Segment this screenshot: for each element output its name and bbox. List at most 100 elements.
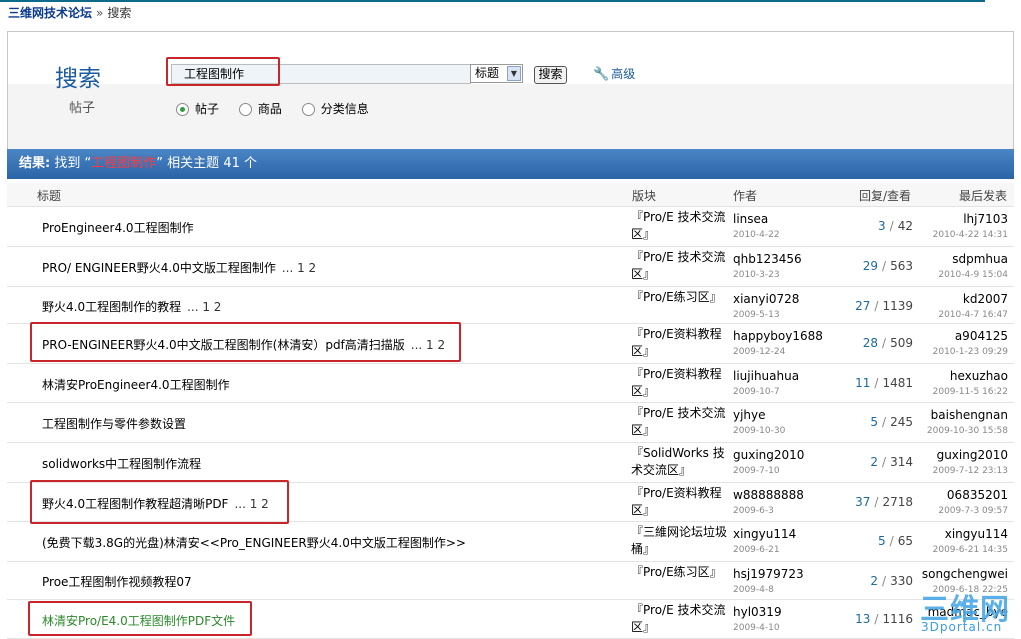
breadcrumb-home-link[interactable]: 三维网技术论坛 (8, 6, 92, 20)
watermark-url: 3Dportal.cn (921, 620, 1003, 634)
forum-link[interactable]: 『Pro/E 技术交流区』 (631, 405, 735, 439)
last-post-date: 2010-4-22 14:31 (932, 230, 1008, 240)
forum-link[interactable]: 『Pro/E 技术交流区』 (631, 249, 735, 283)
last-post-date: 2009-6-21 14:35 (932, 545, 1008, 555)
reply-view-counts: 11/1481 (827, 376, 913, 390)
post-date: 2009-5-13 (733, 310, 780, 320)
stats-separator: / (882, 455, 887, 469)
author-link[interactable]: guxing2010 (733, 448, 804, 462)
radio-option-classified[interactable]: 分类信息 (301, 100, 369, 117)
post-date: 2010-3-23 (733, 270, 780, 280)
author-link[interactable]: qhb123456 (733, 252, 802, 266)
column-header-title: 标题 (37, 189, 62, 203)
reply-count: 29 (862, 259, 879, 273)
forum-link[interactable]: 『Pro/E练习区』 (631, 564, 735, 581)
topic-title-link[interactable]: 野火4.0工程图制作的教程 ... 1 2 (42, 298, 221, 315)
topic-title-text: 工程图制作与零件参数设置 (42, 417, 187, 431)
highlight-box (28, 601, 252, 636)
author-link[interactable]: linsea (733, 212, 768, 226)
topic-title-link[interactable]: Proe工程图制作视频教程07 (42, 573, 192, 590)
last-poster-link[interactable]: 06835201 (947, 488, 1008, 502)
reply-view-counts: 2/330 (827, 574, 913, 588)
view-count: 65 (897, 534, 913, 548)
topic-title-link[interactable]: PRO/ ENGINEER野火4.0中文版工程图制作 ... 1 2 (42, 259, 316, 276)
column-header-forum: 版块 (632, 189, 657, 203)
radio-option-goods[interactable]: 商品 (238, 100, 282, 117)
highlight-box (30, 480, 289, 524)
forum-link[interactable]: 『SolidWorks 技术交流区』 (631, 445, 735, 479)
highlight-box (166, 57, 280, 86)
last-poster-link[interactable]: kd2007 (963, 292, 1008, 306)
forum-link[interactable]: 『Pro/E 技术交流区』 (631, 602, 735, 636)
last-poster-link[interactable]: hexuzhao (950, 369, 1008, 383)
search-subheading: 帖子 (69, 101, 96, 116)
author-link[interactable]: hyl0319 (733, 605, 782, 619)
reply-count: 2 (870, 455, 879, 469)
table-row: 林清安ProEngineer4.0工程图制作 『Pro/E资料教程区』 liujih… (7, 364, 1014, 403)
topic-title-text: solidworks中工程图制作流程 (42, 457, 202, 471)
last-poster-link[interactable]: songchengwei (922, 567, 1008, 581)
author-link[interactable]: hsj1979723 (733, 567, 804, 581)
reply-count: 11 (855, 376, 871, 390)
topic-title-link[interactable]: solidworks中工程图制作流程 (42, 455, 201, 472)
reply-count: 5 (878, 534, 886, 548)
forum-link[interactable]: 『Pro/E资料教程区』 (631, 366, 735, 400)
reply-view-counts: 5/65 (827, 534, 913, 548)
stats-separator: / (882, 336, 887, 350)
last-post-date: 2010-4-7 16:47 (938, 310, 1008, 320)
last-post-date: 2009-7-12 23:13 (932, 466, 1008, 476)
radio-button[interactable] (301, 103, 315, 116)
last-post-date: 2009-10-30 15:58 (926, 426, 1008, 436)
view-count: 509 (890, 336, 913, 350)
view-count: 1116 (882, 612, 913, 626)
table-row: ProEngineer4.0工程图制作 『Pro/E 技术交流区』 linsea 20… (7, 207, 1014, 247)
last-poster-link[interactable]: lhj7103 (963, 212, 1008, 226)
last-post-date: 2010-4-9 15:04 (938, 270, 1008, 280)
topic-title-link[interactable]: 工程图制作与零件参数设置 (42, 415, 186, 432)
last-poster-link[interactable]: xingyu114 (945, 527, 1008, 541)
last-poster-link[interactable]: guxing2010 (937, 448, 1008, 462)
forum-link[interactable]: 『Pro/E资料教程区』 (631, 326, 735, 360)
topic-title-link[interactable]: (免费下载3.8G的光盘)林清安<<Pro_ENGINEER野火4.0中文版工程… (42, 534, 466, 551)
author-link[interactable]: yjhye (733, 408, 766, 422)
topic-title-text: ProEngineer4.0工程图制作 (42, 221, 194, 235)
search-type-group: 帖子 商品 分类信息 (176, 100, 385, 117)
topic-title-link[interactable]: ProEngineer4.0工程图制作 (42, 219, 194, 236)
reply-count: 13 (855, 612, 871, 626)
radio-button[interactable] (176, 103, 189, 116)
forum-link[interactable]: 『三維网论坛垃圾桶』 (631, 524, 735, 558)
author-link[interactable]: w88888888 (733, 488, 804, 502)
author-link[interactable]: happyboy1688 (733, 329, 823, 343)
search-scope-select[interactable]: 标题 ▼ (470, 64, 523, 83)
last-poster-link[interactable]: a904125 (955, 329, 1008, 343)
view-count: 42 (897, 219, 913, 233)
author-link[interactable]: liujihuahua (733, 369, 799, 383)
topic-page-links[interactable]: ... 1 2 (187, 300, 221, 314)
last-poster-link[interactable]: baishengnan (931, 408, 1008, 422)
stats-separator: / (874, 376, 879, 390)
last-poster-link[interactable]: sdpmhua (952, 252, 1008, 266)
search-scope-value: 标题 (475, 66, 500, 80)
stats-separator: / (882, 415, 887, 429)
reply-view-counts: 2/314 (827, 455, 913, 469)
stats-separator: / (882, 574, 887, 588)
author-link[interactable]: xianyi0728 (733, 292, 799, 306)
forum-link[interactable]: 『Pro/E资料教程区』 (631, 485, 735, 519)
radio-button[interactable] (238, 103, 252, 116)
radio-option-posts[interactable]: 帖子 (176, 100, 219, 117)
forum-link[interactable]: 『Pro/E练习区』 (631, 289, 735, 306)
topic-page-links[interactable]: ... 1 2 (282, 261, 316, 275)
table-row: PRO/ ENGINEER野火4.0中文版工程图制作 ... 1 2 『Pro/E … (7, 247, 1014, 287)
forum-link[interactable]: 『Pro/E 技术交流区』 (631, 209, 735, 243)
post-date: 2009-4-10 (733, 623, 780, 633)
chevron-down-icon[interactable]: ▼ (507, 66, 521, 81)
result-count: 41 (223, 156, 240, 171)
breadcrumb-current: 搜索 (107, 6, 132, 20)
post-date: 2009-6-3 (733, 506, 774, 516)
topic-title-link[interactable]: 林清安ProEngineer4.0工程图制作 (42, 376, 230, 393)
search-button[interactable]: 搜索 (534, 66, 567, 84)
advanced-search-link[interactable]: 🔧 高级 (593, 65, 635, 82)
reply-view-counts: 3/42 (827, 219, 913, 233)
view-count: 314 (890, 455, 913, 469)
author-link[interactable]: xingyu114 (733, 527, 796, 541)
